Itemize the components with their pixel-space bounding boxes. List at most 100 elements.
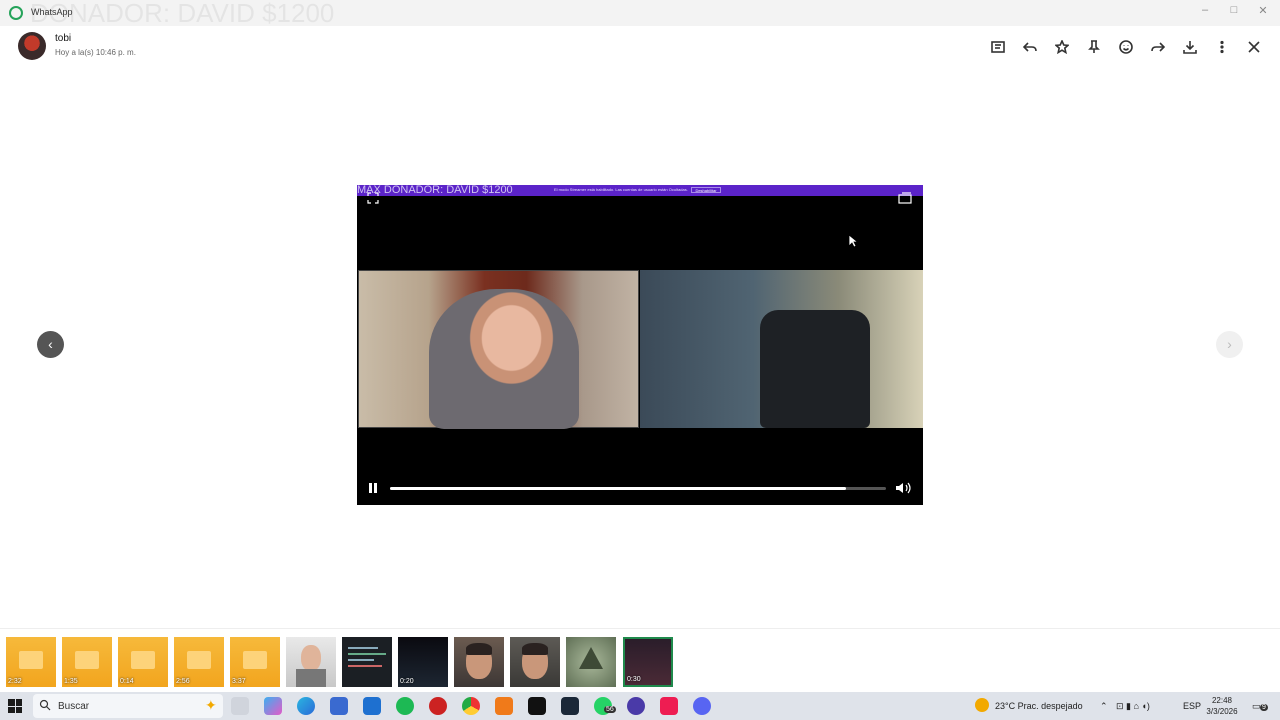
- forward-button[interactable]: [1147, 36, 1169, 58]
- download-button[interactable]: [1179, 36, 1201, 58]
- image-placeholder-icon: [131, 651, 155, 669]
- waves-icon[interactable]: [528, 697, 546, 715]
- playback-controls: [357, 479, 923, 497]
- thumbnail-duration: 0:14: [120, 678, 134, 685]
- message-list-icon: [991, 41, 1005, 53]
- search-label: Buscar: [58, 701, 90, 712]
- media-thumbnail-strip: 2:32 1:35 0:14 2:56 3:37 0:20 0:30: [0, 628, 1280, 692]
- maximize-button[interactable]: □: [1224, 4, 1244, 16]
- kebab-icon: [1220, 40, 1224, 54]
- person-figure: [429, 289, 579, 429]
- more-options-button[interactable]: [1211, 36, 1233, 58]
- app-circle-icon[interactable]: [627, 697, 645, 715]
- weather-text[interactable]: 23°C Prac. despejado: [995, 701, 1083, 711]
- image-placeholder-icon: [75, 651, 99, 669]
- thumbnail-duration: 2:56: [176, 678, 190, 685]
- mouse-cursor-icon: [848, 234, 858, 248]
- star-button[interactable]: [1051, 36, 1073, 58]
- go-to-message-button[interactable]: [987, 36, 1009, 58]
- banner-text: MAX DONADOR: DAVID $1200: [357, 185, 513, 196]
- spotify-icon[interactable]: [396, 697, 414, 715]
- thumbnail-duration: 0:30: [627, 676, 641, 683]
- message-timestamp: Hoy a la(s) 10:46 p. m.: [55, 48, 136, 57]
- image-placeholder-icon: [19, 651, 43, 669]
- obs-icon[interactable]: [429, 697, 447, 715]
- thumbnail-audio[interactable]: 3:37: [230, 637, 280, 687]
- thumbnail-photo-haircut[interactable]: [510, 637, 560, 687]
- window-title: WhatsApp: [31, 7, 73, 17]
- copilot-sparkle-icon: ✦: [205, 697, 217, 713]
- thumbnail-photo-portrait[interactable]: [286, 637, 336, 687]
- weather-icon: [975, 698, 989, 712]
- tray-system-icons[interactable]: ⊡ ▮ ⌂ ◖): [1116, 701, 1150, 712]
- steam-icon[interactable]: [561, 697, 579, 715]
- ghost-overlay-text: DONADOR: DAVID $1200: [30, 0, 335, 28]
- popout-icon[interactable]: [898, 192, 912, 204]
- image-placeholder-icon: [243, 651, 267, 669]
- close-icon: [1248, 41, 1260, 53]
- window-titlebar: DONADOR: DAVID $1200 WhatsApp – □ ✕: [0, 0, 1280, 28]
- thumbnail-duration: 2:32: [8, 678, 22, 685]
- emoji-icon: [1119, 40, 1133, 54]
- tiktok-icon[interactable]: [660, 697, 678, 715]
- forward-icon: [1151, 42, 1165, 52]
- taskbar-search[interactable]: Buscar ✦: [33, 694, 223, 718]
- pause-button[interactable]: [367, 482, 379, 494]
- edge-icon[interactable]: [297, 697, 315, 715]
- close-window-button[interactable]: ✕: [1253, 4, 1273, 17]
- thumbnail-audio[interactable]: 0:14: [118, 637, 168, 687]
- pin-button[interactable]: [1083, 36, 1105, 58]
- fullscreen-icon[interactable]: [367, 192, 379, 204]
- seek-bar[interactable]: [390, 487, 886, 490]
- react-button[interactable]: [1115, 36, 1137, 58]
- store-icon[interactable]: [330, 697, 348, 715]
- thumbnail-audio[interactable]: 2:56: [174, 637, 224, 687]
- mail-icon[interactable]: [363, 697, 381, 715]
- thumbnail-duration: 1:35: [64, 678, 78, 685]
- taskbar-clock[interactable]: 22:48 3/3/2026: [1202, 695, 1242, 717]
- thumbnail-audio[interactable]: 2:32: [6, 637, 56, 687]
- language-indicator[interactable]: ESP: [1183, 701, 1201, 711]
- reply-button[interactable]: [1019, 36, 1041, 58]
- star-icon: [1055, 40, 1069, 54]
- avatar[interactable]: [18, 32, 46, 60]
- thumbnail-duration: 0:20: [400, 678, 414, 685]
- fl-studio-icon[interactable]: [495, 697, 513, 715]
- clock-time: 22:48: [1211, 696, 1233, 705]
- video-player[interactable]: MAX DONADOR: DAVID $1200 El modo Streame…: [357, 185, 923, 505]
- discord-icon[interactable]: [693, 697, 711, 715]
- chair-figure: [760, 310, 870, 428]
- previous-media-button[interactable]: ‹: [37, 331, 64, 358]
- media-viewer-header: tobi Hoy a la(s) 10:46 p. m.: [0, 26, 1280, 66]
- image-placeholder-icon: [187, 651, 211, 669]
- whatsapp-icon: [9, 6, 23, 20]
- copilot-icon[interactable]: [264, 697, 282, 715]
- notification-count: 9: [1260, 704, 1268, 711]
- volume-icon[interactable]: [895, 481, 913, 495]
- next-media-button[interactable]: ›: [1216, 331, 1243, 358]
- thumbnail-video[interactable]: 0:20: [398, 637, 448, 687]
- streamer-mode-notice: El modo Streamer está habilitado. Las cu…: [554, 187, 688, 192]
- sender-name: tobi: [55, 33, 72, 44]
- thumbnail-audio[interactable]: 1:35: [62, 637, 112, 687]
- windows-taskbar: Buscar ✦ 56 23°C Prac. despejado ⌃ ⊡ ▮ ⌂…: [0, 692, 1280, 720]
- thumbnail-photo-pyramid[interactable]: [566, 637, 616, 687]
- clock-date: 3/3/2026: [1206, 707, 1238, 716]
- reply-icon: [1023, 42, 1037, 52]
- windows-start-button[interactable]: [8, 699, 22, 713]
- search-icon: [39, 699, 51, 711]
- webcam-feed-right: [640, 270, 923, 428]
- disable-streamer-chip: Deshabilitar: [691, 187, 721, 193]
- pin-icon: [1088, 40, 1100, 53]
- task-view-icon[interactable]: [231, 697, 249, 715]
- download-icon: [1183, 41, 1197, 54]
- webcam-feed-left: [358, 270, 639, 429]
- thumbnail-photo-haircut[interactable]: [454, 637, 504, 687]
- minimize-button[interactable]: –: [1195, 4, 1215, 16]
- thumbnail-photo-screenshot[interactable]: [342, 637, 392, 687]
- close-viewer-button[interactable]: [1243, 36, 1265, 58]
- tray-chevron-icon[interactable]: ⌃: [1100, 701, 1108, 712]
- chrome-icon[interactable]: [462, 697, 480, 715]
- thumbnail-video-selected[interactable]: 0:30: [623, 637, 673, 687]
- whatsapp-unread-badge: 56: [604, 706, 616, 713]
